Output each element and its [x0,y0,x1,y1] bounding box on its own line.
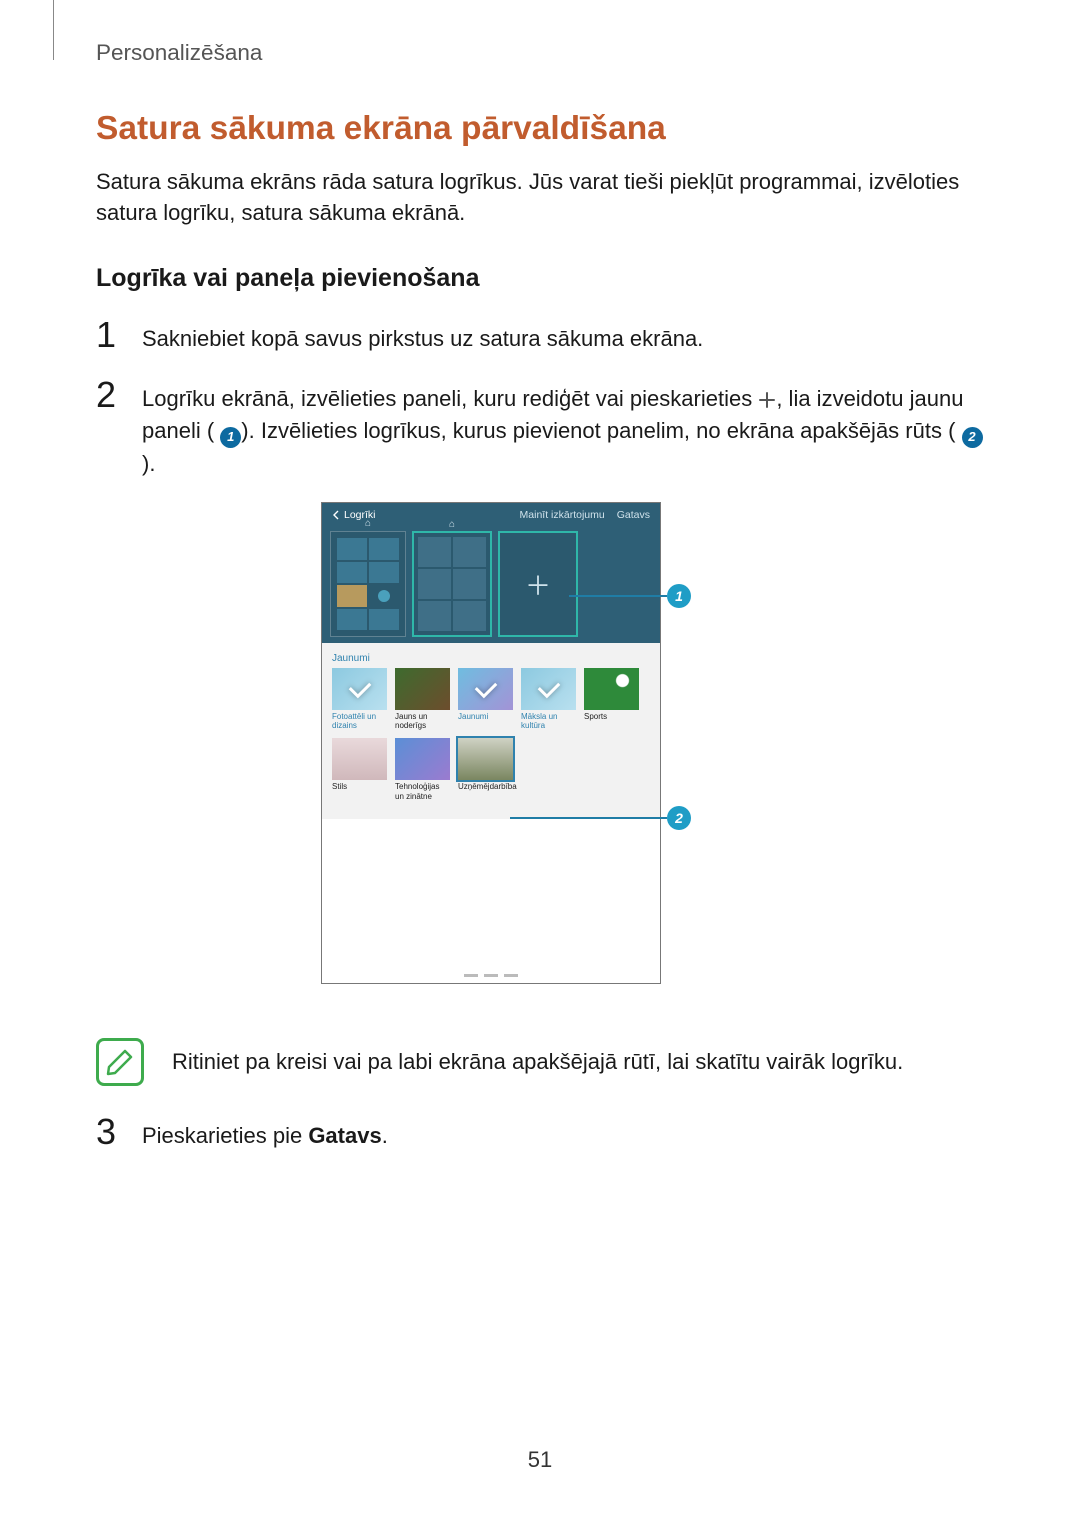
page-margin-line [53,0,54,60]
step-text: Logrīku ekrānā, izvēlieties paneli, kuru… [142,386,758,411]
widget-thumb[interactable] [332,668,387,710]
callout-badge-2: 2 [667,806,691,830]
chevron-left-icon [332,510,340,520]
home-icon: ⌂ [449,519,455,530]
widget-label: Jaunumi [458,712,513,730]
page-number: 51 [528,1447,552,1473]
note-text: Ritiniet pa kreisi vai pa labi ekrāna ap… [172,1049,903,1075]
change-layout-button[interactable]: Mainīt izkārtojumu [520,509,605,521]
step-number: 1 [96,317,122,353]
plus-icon: ＋ [525,566,551,603]
widget-label: Stils [332,782,387,800]
widgets-labels-2: Stils Tehnoloģijas un zinātne Uzņēmējdar… [332,782,650,800]
widget-thumb[interactable] [458,668,513,710]
step-text: . [382,1123,388,1148]
step-body: Sakniebiet kopā savus pirkstus uz satura… [142,317,703,355]
device-frame: Logrīki Mainīt izkārtojumu Gatavs ⌂ ⌂ [321,502,661,984]
home-icon: ⌂ [365,518,371,529]
step-2: 2 Logrīku ekrānā, izvēlieties paneli, ku… [96,377,984,480]
step-text: Pieskarieties pie [142,1123,308,1148]
add-panel-button[interactable]: ＋ [498,531,578,637]
widget-label: Māksla un kultūra [521,712,576,730]
panel-thumbnail-selected[interactable]: ⌂ [412,531,492,637]
widget-label: Jauns un noderīgs [395,712,450,730]
widget-thumb[interactable] [395,668,450,710]
widget-label: Fotoattēli un dizains [332,712,387,730]
note-icon [96,1038,144,1086]
section-header: Personalizēšana [96,40,262,66]
step-body: Pieskarieties pie Gatavs. [142,1114,388,1152]
callout-badge-2: 2 [962,427,983,448]
plus-icon [758,391,776,409]
category-tab[interactable]: Jaunumi [332,653,650,664]
step-body: Logrīku ekrānā, izvēlieties paneli, kuru… [142,377,984,480]
device-widgets-area: Jaunumi Fotoattēli un dizains Jauns un n… [322,643,660,819]
step-text: ). Izvēlieties logrīkus, kurus pievienot… [241,418,955,443]
step-number: 3 [96,1114,122,1150]
callout-badge-1: 1 [667,584,691,608]
step-number: 2 [96,377,122,413]
panel-thumbnail[interactable]: ⌂ [330,531,406,637]
intro-paragraph: Satura sākuma ekrāns rāda satura logrīku… [96,166,984,228]
callout-badge-1: 1 [220,427,241,448]
widget-label: Uzņēmējdarbība [458,782,513,800]
device-diagram: Logrīki Mainīt izkārtojumu Gatavs ⌂ ⌂ [96,502,984,1002]
page-content: Satura sākuma ekrāna pārvaldīšana Satura… [96,110,984,1174]
step-3: 3 Pieskarieties pie Gatavs. [96,1114,984,1152]
widget-label: Sports [584,712,639,730]
subsection-title: Logrīka vai paneļa pievienošana [96,264,984,293]
widget-label: Tehnoloģijas un zinātne [395,782,450,800]
widget-thumb[interactable] [395,738,450,780]
device-top-bar: Logrīki Mainīt izkārtojumu Gatavs [322,503,660,527]
widgets-labels-1: Fotoattēli un dizains Jauns un noderīgs … [332,712,650,730]
done-button[interactable]: Gatavs [617,509,650,521]
note: Ritiniet pa kreisi vai pa labi ekrāna ap… [96,1038,984,1086]
step-text-bold: Gatavs [308,1123,381,1148]
widget-thumb[interactable] [521,668,576,710]
step-1: 1 Sakniebiet kopā savus pirkstus uz satu… [96,317,984,355]
pager-indicator [322,974,660,977]
callout-line-2: 2 [510,806,691,830]
callout-line-1: 1 [569,584,691,608]
page-title: Satura sākuma ekrāna pārvaldīšana [96,110,984,148]
step-text: ). [142,451,155,476]
widgets-row-1 [332,668,650,710]
widget-thumb[interactable] [332,738,387,780]
widgets-row-2 [332,738,650,780]
widget-thumb[interactable] [584,668,639,710]
widget-thumb-selected[interactable] [458,738,513,780]
device-top-area: Logrīki Mainīt izkārtojumu Gatavs ⌂ ⌂ [322,503,660,643]
